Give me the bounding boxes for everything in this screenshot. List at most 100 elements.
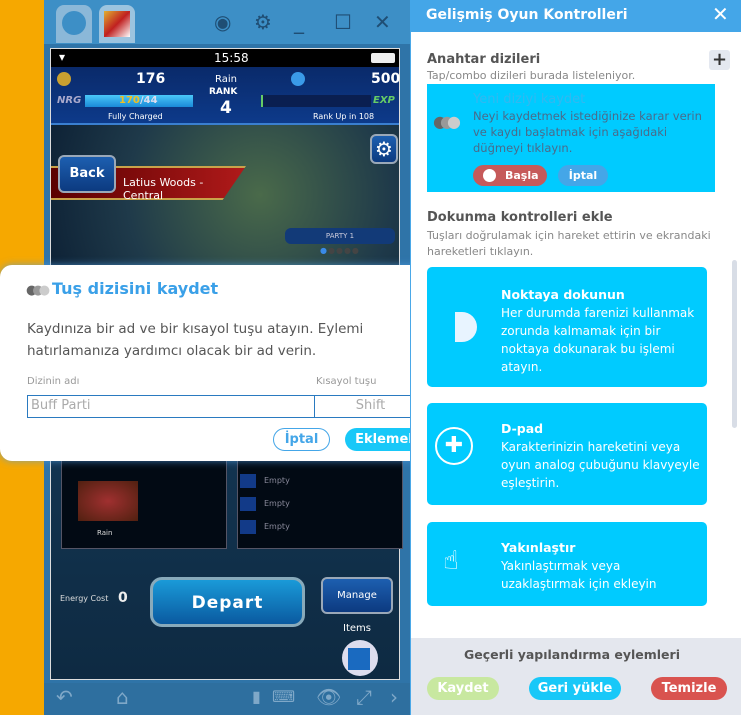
app-tab[interactable]	[99, 5, 135, 43]
card-title: Yakınlaştır	[501, 540, 576, 555]
fullscreen-icon[interactable]: ⤢	[356, 685, 372, 709]
gear-icon[interactable]: ⚙	[254, 10, 272, 34]
record-dot-icon	[483, 169, 496, 182]
restore-label: Geri yükle	[537, 681, 613, 696]
minimize-icon[interactable]: _	[294, 10, 304, 34]
party-label: PARTY 1	[325, 232, 355, 240]
shortcut-label: Kısayol tuşu	[316, 376, 377, 387]
clear-label: Temizle	[661, 681, 717, 696]
sequence-name-value: Buff Parti	[31, 398, 91, 413]
card-description: Karakterinizin hareketini veya oyun anal…	[501, 440, 700, 490]
emulator-bottom-bar: ↶ ⌂ ▮ ⌨ 👁 ⤢ ›	[44, 683, 410, 715]
dialog-cancel-button[interactable]: İptal	[273, 428, 330, 451]
battery-icon	[371, 53, 395, 63]
rank-up: Rank Up in 108	[313, 112, 375, 121]
home-tab[interactable]	[56, 5, 92, 43]
dpad-card[interactable]: ✚ D-pad Karakterinizin hareketini veya o…	[427, 403, 707, 505]
footer-title: Geçerli yapılandırma eylemleri	[464, 647, 680, 662]
record-description: Neyi kaydetmek istediğinize karar verin …	[473, 109, 702, 155]
slot-item[interactable]: Empty	[240, 469, 290, 492]
touch-controls-title: Dokunma kontrolleri ekle	[427, 210, 613, 225]
gem-count: 500	[371, 71, 401, 87]
rank-label: RANK	[209, 87, 238, 97]
game-hud: 176 Rain RANK 4 500 NRG 170 /44 Fully Ch…	[51, 67, 401, 125]
home-icon[interactable]: ⌂	[116, 685, 129, 709]
sequence-name-input[interactable]: Buff Parti	[27, 395, 315, 418]
exp-bar	[261, 95, 371, 107]
keyboard-icon[interactable]: ⌨	[272, 687, 295, 706]
gil-icon	[57, 72, 71, 86]
add-label: Eklemek	[355, 432, 417, 447]
record-card: ●●● Yeni diziyi kaydet Neyi kaydetmek is…	[427, 84, 715, 192]
slot-item[interactable]: Empty	[240, 515, 290, 538]
touch-controls-subtitle: Tuşları doğrulamak için hareket ettirin …	[427, 229, 711, 258]
location-icon[interactable]: ▮	[252, 687, 261, 706]
record-icon: ●●●	[26, 283, 50, 298]
record-title: Yeni diziyi kaydet	[473, 92, 586, 107]
cancel-record-button[interactable]: İptal	[558, 165, 608, 186]
slot-label: Empty	[264, 499, 290, 508]
nrg-max: /44	[140, 95, 158, 106]
nrg-label: NRG	[57, 95, 82, 106]
dpad-icon: ✚	[435, 427, 473, 465]
card-title: Noktaya dokunun	[501, 287, 625, 302]
sequences-subtitle: Tap/combo dizileri burada listeleniyor.	[427, 69, 636, 82]
party-tab[interactable]: PARTY 1	[285, 228, 395, 244]
settings-button[interactable]: ⚙	[370, 134, 398, 164]
gil-count: 176	[136, 71, 166, 87]
slot-label: Empty	[264, 522, 290, 531]
account-icon[interactable]: ◉	[214, 10, 231, 34]
slot-list: Empty Empty Empty	[237, 461, 403, 549]
emulator-tabbar: ◉ ⚙ _ ☐ ✕	[44, 0, 410, 44]
slot-item[interactable]: Empty	[240, 492, 290, 515]
card-description: Her durumda farenizi kullanmak zorunda k…	[501, 306, 695, 374]
energy-cost-value: 0	[118, 590, 128, 606]
manage-items-button[interactable]: Manage Items	[321, 577, 393, 634]
party-pager[interactable]: ●●●●●	[320, 246, 360, 255]
card-title: D-pad	[501, 421, 544, 436]
sequences-title: Anahtar dizileri	[427, 52, 541, 67]
unit-sprite	[78, 481, 138, 521]
plus-icon: +	[711, 49, 728, 70]
panel-close-icon[interactable]: ✕	[712, 2, 729, 26]
zoom-card[interactable]: ☝ Yakınlaştır Yakınlaştırmak veya uzakla…	[427, 522, 707, 606]
rank-value: 4	[220, 98, 232, 118]
nrg-status: Fully Charged	[108, 112, 163, 121]
name-label: Dizinin adı	[27, 376, 80, 387]
dialog-title: Tuş dizisini kaydet	[52, 279, 219, 298]
slot-label: Empty	[264, 476, 290, 485]
exp-label: EXP	[373, 95, 395, 106]
panel-header: Gelişmiş Oyun Kontrolleri ✕	[410, 0, 741, 32]
start-record-button[interactable]: Başla	[473, 165, 547, 186]
chevron-right-icon[interactable]: ›	[390, 685, 398, 709]
save-config-button[interactable]: Kaydet	[427, 677, 499, 700]
player-name: Rain	[215, 74, 237, 85]
wifi-icon: ▾	[59, 50, 66, 64]
panel-footer: Geçerli yapılandırma eylemleri Kaydet Ge…	[411, 638, 741, 715]
manage-items-label: Manage Items	[337, 590, 377, 634]
status-bar: ▾ 15:58	[51, 49, 399, 67]
restore-config-button[interactable]: Geri yükle	[529, 677, 621, 700]
clock: 15:58	[214, 51, 249, 65]
clear-config-button[interactable]: Temizle	[651, 677, 727, 700]
save-label: Kaydet	[437, 681, 489, 696]
cancel-label: İptal	[568, 169, 598, 182]
panel-title: Gelişmiş Oyun Kontrolleri	[426, 7, 628, 23]
energy-cost-label: Energy Cost	[60, 594, 109, 603]
unit-name: Rain	[97, 529, 113, 537]
card-description: Yakınlaştırmak veya uzaklaştırmak için e…	[501, 559, 657, 591]
add-sequence-button[interactable]: +	[709, 50, 730, 70]
eye-icon[interactable]: 👁	[316, 685, 341, 709]
gem-icon	[291, 72, 305, 86]
back-icon[interactable]: ↶	[56, 685, 73, 709]
floating-button[interactable]	[342, 640, 378, 676]
unit-panel[interactable]: Rain	[61, 461, 227, 549]
save-sequence-dialog: ●●● Tuş dizisini kaydet ✕ Kaydınıza bir …	[0, 265, 455, 461]
back-button[interactable]: Back	[58, 155, 116, 193]
depart-button[interactable]: Depart	[150, 577, 305, 627]
maximize-icon[interactable]: ☐	[334, 10, 352, 34]
panel-scrollbar[interactable]	[732, 260, 737, 428]
close-icon[interactable]: ✕	[374, 10, 391, 34]
record-icon: ●●●	[433, 112, 461, 131]
shortcut-key-value: Shift	[355, 398, 386, 413]
